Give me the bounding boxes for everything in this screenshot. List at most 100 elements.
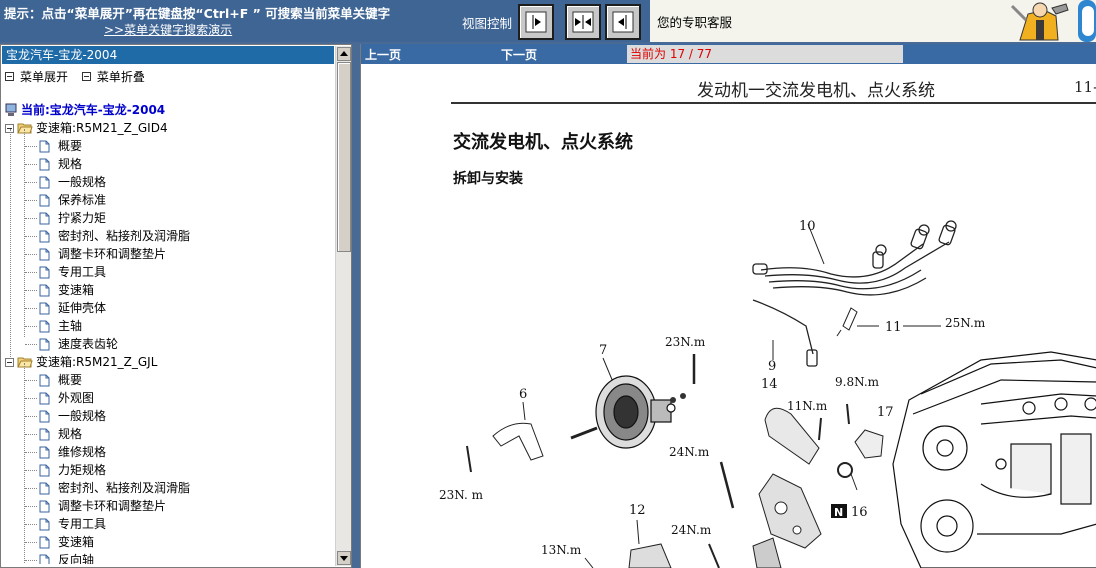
document-panel: 上一页 下一页 当前为 17 / 77 发动机一交流发电机、点火系统 11- 交… [360,44,1096,568]
document-page-icon [39,266,50,278]
prev-page-link[interactable]: 上一页 [365,46,401,63]
tree-item-label: 外观图 [58,391,95,405]
engine-block-drawing [892,351,1096,568]
distributor-drawing [628,543,672,568]
service-text: 您的专职客服 [657,15,733,30]
label-13nm: 13N.m [541,543,582,557]
tree-line [25,200,37,201]
tree-item-label: 密封剂、粘接剂及润滑脂 [58,481,191,495]
tree-line [25,434,37,435]
tree-line [25,308,37,309]
tree-line [25,452,37,453]
tree-item[interactable]: 变速箱 [39,281,94,299]
tree-item-label: 调整卡环和调整垫片 [58,499,167,513]
tree-item-label: 反向轴 [58,553,95,564]
tree-item[interactable]: 延伸壳体 [39,299,106,317]
folder-open-icon [17,357,33,368]
tree-item[interactable]: 外观图 [39,389,94,407]
view-expand-left-button[interactable] [605,4,641,40]
search-demo-link[interactable]: >>菜单关键字搜索演示 [104,21,232,38]
tree-line [25,416,37,417]
tree-item[interactable]: 密封剂、粘接剂及润滑脂 [39,479,190,497]
menu-scrollbar[interactable] [335,46,351,566]
page-indicator: 当前为 17 / 77 [627,45,903,63]
tree-line [25,344,37,345]
document-page-icon [39,374,50,386]
tree-item[interactable]: 维修规格 [39,443,106,461]
menu-tree: 当前:宝龙汽车-宝龙-2004 变速箱:R5M21_Z_GID4 概要 规格 一般规… [1,100,335,564]
tree-folder[interactable]: 变速箱:R5M21_Z_GJL [5,353,157,371]
tree-item[interactable]: 反向轴 [39,551,94,564]
document-page-icon [39,428,50,440]
expand-menu-label: 菜单展开 [20,70,69,84]
thermostat-housing-drawing [854,429,884,459]
label-14: 14 [761,377,778,392]
current-location[interactable]: 当前:宝龙汽车-宝龙-2004 [5,101,165,119]
tree-line [25,146,37,147]
collapse-menu-label: 菜单折叠 [96,70,145,84]
tree-item[interactable]: 概要 [39,371,82,389]
tree-item-label: 延伸壳体 [58,301,107,315]
label-12: 12 [629,503,646,518]
tree-item[interactable]: 规格 [39,425,82,443]
folder-open-icon [17,123,33,134]
tree-item[interactable]: 一般规格 [39,173,106,191]
tree-item[interactable]: 变速箱 [39,533,94,551]
label-11nm: 11N.m [787,399,828,413]
mechanic-mascot-icon [1006,0,1096,42]
current-location-label: 当前:宝龙汽车-宝龙-2004 [21,103,166,117]
tree-item[interactable]: 力矩规格 [39,461,106,479]
expand-menu-button[interactable]: 菜单展开 [5,68,68,85]
document-page-icon [39,536,50,548]
scroll-up-button[interactable] [337,47,351,61]
collapse-menu-button[interactable]: 菜单折叠 [81,68,145,85]
tree-item[interactable]: 概要 [39,137,82,155]
scroll-down-button[interactable] [337,551,351,565]
tree-item-label: 概要 [58,139,83,153]
document-page-icon [39,320,50,332]
tree-item[interactable]: 专用工具 [39,263,106,281]
tree-item-label: 专用工具 [58,265,107,279]
label-23nm-left: 23N. m [439,488,484,502]
tree-line [25,254,37,255]
tree-item[interactable]: 保养标准 [39,191,106,209]
tree-line [24,363,25,564]
tree-item-label: 主轴 [58,319,83,333]
ignition-cables-drawing [752,220,957,367]
tree-item-label: 规格 [58,157,83,171]
tree-item[interactable]: 密封剂、粘接剂及润滑脂 [39,227,190,245]
document-page-icon [39,500,50,512]
tree-line [25,506,37,507]
tree-item[interactable]: 专用工具 [39,515,106,533]
tree-item[interactable]: 主轴 [39,317,82,335]
tree-item-label: 保养标准 [58,193,107,207]
label-7: 7 [599,343,607,358]
document-page-icon [39,212,50,224]
coil-bracket-drawing [758,473,822,549]
tree-item-label: 规格 [58,427,83,441]
tree-item-label: 变速箱 [58,535,95,549]
label-11: 11 [885,320,902,335]
label-25nm: 25N.m [945,316,986,330]
tree-item[interactable]: 调整卡环和调整垫片 [39,497,166,515]
tree-folder[interactable]: 变速箱:R5M21_Z_GID4 [5,119,168,137]
tree-item[interactable]: 速度表齿轮 [39,335,118,353]
tree-item[interactable]: 一般规格 [39,407,106,425]
tree-item-label: 速度表齿轮 [58,337,119,351]
tree-item-label: 一般规格 [58,175,107,189]
scroll-down-arrow-icon [340,556,348,561]
document-page-icon [39,230,50,242]
page-nav-bar: 上一页 下一页 当前为 17 / 77 [361,44,1096,64]
view-expand-right-button[interactable] [518,4,554,40]
tree-line [25,398,37,399]
tree-line [25,560,37,561]
next-page-link[interactable]: 下一页 [501,46,537,63]
tree-item[interactable]: 规格 [39,155,82,173]
view-split-button[interactable] [565,4,601,40]
scroll-thumb[interactable] [337,62,351,252]
tree-line [25,326,37,327]
tree-item[interactable]: 拧紧力矩 [39,209,106,227]
tree-line [24,129,25,337]
tree-line [25,380,37,381]
tree-item[interactable]: 调整卡环和调整垫片 [39,245,166,263]
